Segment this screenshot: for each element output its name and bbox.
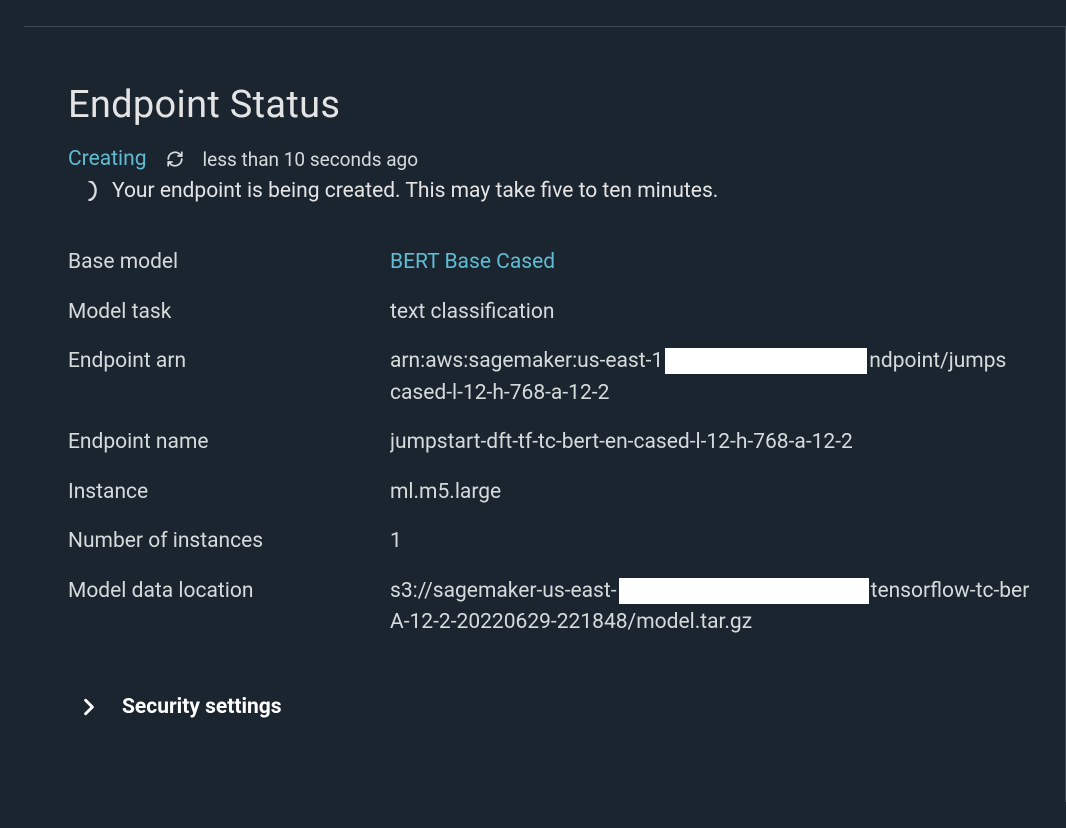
value-num-instances: 1 <box>390 526 1065 558</box>
label-model-data-location: Model data location <box>68 576 390 639</box>
value-endpoint-arn: arn:aws:sagemaker:us-east-1 ndpoint/jumps… <box>390 346 1065 409</box>
label-endpoint-arn: Endpoint arn <box>68 346 390 409</box>
value-instance: ml.m5.large <box>390 477 1065 509</box>
arn-suffix: cased-l-12-h-768-a-12-2 <box>390 378 1059 410</box>
status-row: Creating less than 10 seconds ago <box>68 147 1065 171</box>
status-timestamp: less than 10 seconds ago <box>203 148 419 171</box>
status-info-row: Your endpoint is being created. This may… <box>86 179 1065 203</box>
refresh-icon[interactable] <box>165 149 185 169</box>
label-model-task: Model task <box>68 297 390 329</box>
arn-prefix: arn:aws:sagemaker:us-east-1 <box>390 349 663 373</box>
status-badge: Creating <box>68 147 147 171</box>
redacted-region <box>665 348 867 374</box>
details-table: Base model BERT Base Cased Model task te… <box>68 247 1065 639</box>
page-title: Endpoint Status <box>68 83 1065 127</box>
value-model-task: text classification <box>390 297 1065 329</box>
value-base-model[interactable]: BERT Base Cased <box>390 247 1065 279</box>
s3-suffix: A-12-2-20220629-221848/model.tar.gz <box>390 607 1059 639</box>
label-base-model: Base model <box>68 247 390 279</box>
label-num-instances: Number of instances <box>68 526 390 558</box>
endpoint-status-panel: Endpoint Status Creating less than 10 se… <box>24 26 1066 802</box>
spinner-icon <box>86 183 98 199</box>
chevron-right-icon <box>80 698 98 716</box>
security-settings-expander[interactable]: Security settings <box>80 695 1065 719</box>
s3-prefix: s3://sagemaker-us-east- <box>390 579 617 603</box>
arn-mid: ndpoint/jumps <box>869 349 1006 373</box>
label-instance: Instance <box>68 477 390 509</box>
status-message: Your endpoint is being created. This may… <box>112 179 718 203</box>
security-settings-label: Security settings <box>122 695 282 719</box>
s3-mid: tensorflow-tc-ber <box>871 579 1030 603</box>
label-endpoint-name: Endpoint name <box>68 427 390 459</box>
redacted-region <box>619 578 869 604</box>
value-model-data-location: s3://sagemaker-us-east-tensorflow-tc-ber… <box>390 576 1065 639</box>
value-endpoint-name: jumpstart-dft-tf-tc-bert-en-cased-l-12-h… <box>390 427 1065 459</box>
